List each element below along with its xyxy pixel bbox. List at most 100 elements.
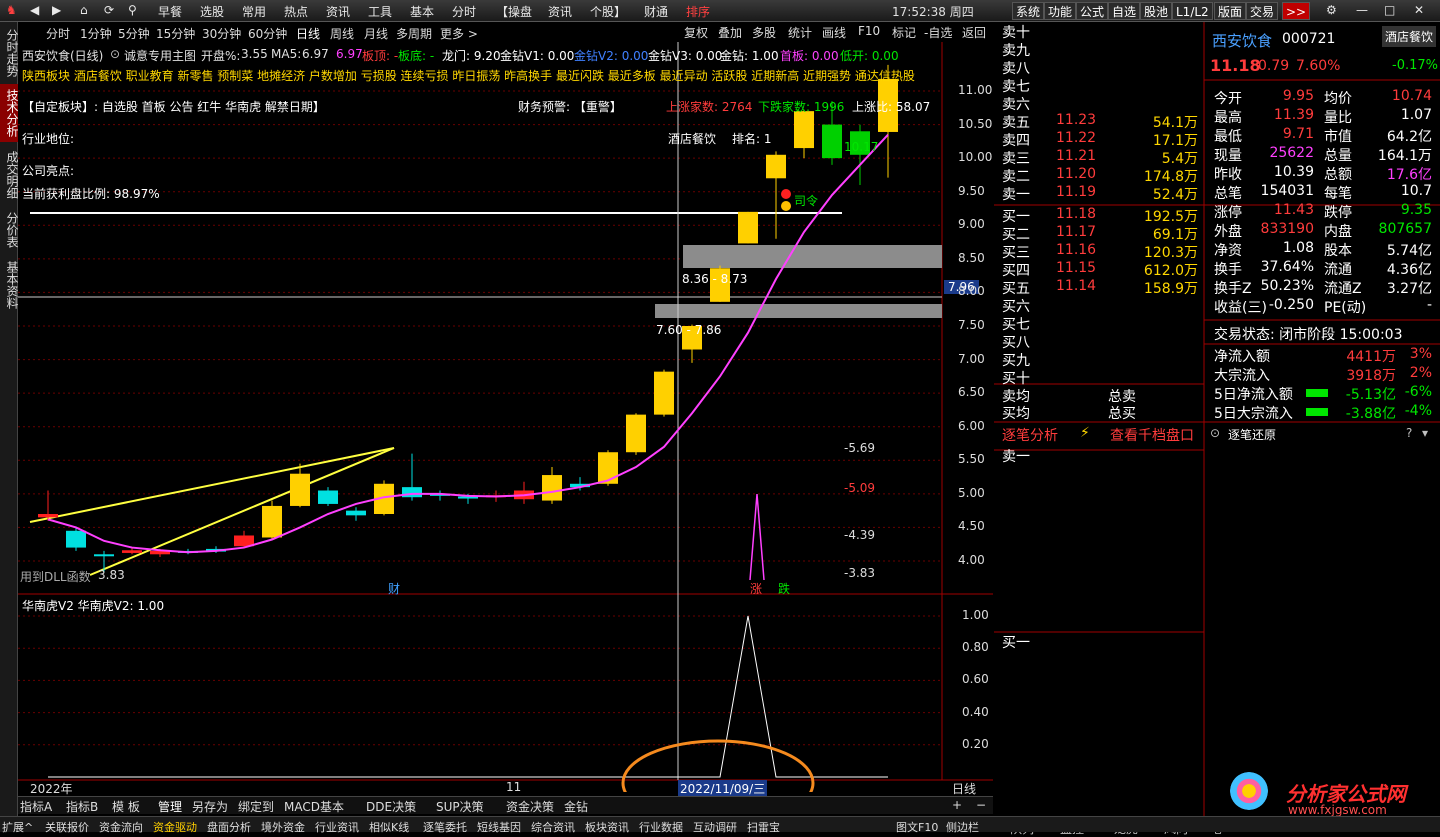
period-weekly[interactable]: 周线 xyxy=(330,25,354,42)
tab-fundamentals[interactable]: 基本资料 xyxy=(0,256,19,314)
indicator-tab[interactable]: 指标B xyxy=(66,798,98,815)
refresh-icon[interactable]: ⟳ xyxy=(104,3,114,17)
indicator-tab[interactable]: MACD基本 xyxy=(284,798,344,815)
multi-stock-button[interactable]: 多股 xyxy=(752,24,776,41)
watchlist-button[interactable]: 自选 xyxy=(1108,2,1141,20)
function-tab[interactable]: 综合资讯 xyxy=(531,819,575,835)
function-button[interactable]: 功能 xyxy=(1044,2,1077,20)
tab-intraday[interactable]: 分时走势 xyxy=(0,24,19,82)
indicator-tab[interactable]: 指标A xyxy=(20,798,52,815)
indicator-settings-icon[interactable]: ⊙ xyxy=(110,47,120,61)
back-button[interactable]: 返回 xyxy=(962,24,986,41)
tab-price-table[interactable]: 分价表 xyxy=(0,208,19,252)
function-tab[interactable]: 图文F10 xyxy=(896,819,938,835)
candle-body[interactable] xyxy=(598,452,618,484)
menu-item[interactable]: 热点 xyxy=(284,3,308,20)
indicator-tab[interactable]: 模 板 xyxy=(112,798,140,815)
candle-body[interactable] xyxy=(290,473,310,506)
mark-button[interactable]: 标记 xyxy=(892,24,916,41)
indicator-tab[interactable]: 资金决策 xyxy=(506,798,554,815)
candle-body[interactable] xyxy=(738,211,758,244)
thousand-book-tab[interactable]: 查看千档盘口 xyxy=(1110,425,1194,445)
candle-body[interactable] xyxy=(122,550,142,553)
menu-item[interactable]: 资讯 xyxy=(548,3,572,20)
period-1m[interactable]: 1分钟 xyxy=(80,25,112,42)
function-tab[interactable]: 行业资讯 xyxy=(315,819,359,835)
formula-button[interactable]: 公式 xyxy=(1076,2,1109,20)
candle-body[interactable] xyxy=(38,514,58,518)
tab-trades[interactable]: 成交明细 xyxy=(0,146,19,204)
f10-button[interactable]: F10 xyxy=(858,24,880,38)
candle-body[interactable] xyxy=(766,154,786,179)
function-tab[interactable]: 盘面分析 xyxy=(207,819,251,835)
indicator-tab[interactable]: 另存为 xyxy=(192,798,228,815)
candle-body[interactable] xyxy=(542,475,562,501)
function-tab[interactable]: 相似K线 xyxy=(369,819,409,835)
chart-area[interactable]: 西安饮食(日线) ⊙ 诚意专用主图 开盘%: 3.55 MA5: 6.97 6.… xyxy=(18,42,993,797)
trade-button[interactable]: 交易 xyxy=(1246,2,1279,20)
tick-restore-title[interactable]: 逐笔还原 xyxy=(1228,426,1276,443)
add-tab-icon[interactable]: + xyxy=(952,798,962,812)
close-icon[interactable]: ✕ xyxy=(1414,3,1424,17)
candle-body[interactable] xyxy=(794,111,814,149)
kline-chart[interactable] xyxy=(18,42,993,792)
period-30m[interactable]: 30分钟 xyxy=(202,25,241,42)
menu-item[interactable]: 早餐 xyxy=(158,3,182,20)
indicator-name[interactable]: 诚意专用主图 xyxy=(124,47,196,64)
indicator-tab[interactable]: DDE决策 xyxy=(366,798,416,815)
search-icon[interactable]: ⚲ xyxy=(128,3,137,17)
candle-body[interactable] xyxy=(262,505,282,538)
home-icon[interactable]: ⌂ xyxy=(80,3,88,17)
nav-back-icon[interactable]: ◀ xyxy=(30,3,39,17)
overlay-button[interactable]: 叠加 xyxy=(718,24,742,41)
remove-tab-icon[interactable]: − xyxy=(976,798,986,812)
stock-pool-button[interactable]: 股池 xyxy=(1140,2,1173,20)
candle-body[interactable] xyxy=(346,510,366,516)
candle-body[interactable] xyxy=(654,371,674,415)
menu-item[interactable]: 常用 xyxy=(242,3,266,20)
function-tab[interactable]: 关联报价 xyxy=(45,819,89,835)
remove-watch-button[interactable]: -自选 xyxy=(924,24,952,41)
nav-forward-icon[interactable]: ▶ xyxy=(52,3,61,17)
candle-body[interactable] xyxy=(318,490,338,504)
help-icon[interactable]: ? xyxy=(1406,426,1412,440)
candle-body[interactable] xyxy=(66,530,86,548)
period-more[interactable]: 更多 > xyxy=(440,25,478,42)
dropdown-icon[interactable]: ▾ xyxy=(1422,426,1428,440)
function-tab[interactable]: 资金流向 xyxy=(99,819,143,835)
more-button[interactable]: >> xyxy=(1282,2,1311,20)
period-60m[interactable]: 60分钟 xyxy=(248,25,287,42)
minimize-icon[interactable]: — xyxy=(1356,3,1368,17)
function-tab[interactable]: 扩展^ xyxy=(2,819,33,835)
period-multi[interactable]: 多周期 xyxy=(396,25,432,42)
menu-item[interactable]: 【操盘 xyxy=(496,3,532,20)
tick-analysis-tab[interactable]: 逐笔分析 xyxy=(1002,425,1058,445)
indicator-tab[interactable]: 管理 xyxy=(158,798,182,815)
function-tab[interactable]: 扫雷宝 xyxy=(747,819,780,835)
indicator-tab[interactable]: SUP决策 xyxy=(436,798,484,815)
function-tab[interactable]: 逐笔委托 xyxy=(423,819,467,835)
menu-item[interactable]: 基本 xyxy=(410,3,434,20)
tab-technical[interactable]: 技术分析 xyxy=(0,84,19,142)
maximize-icon[interactable]: □ xyxy=(1384,3,1395,17)
system-button[interactable]: 系统 xyxy=(1012,2,1045,20)
period-5m[interactable]: 5分钟 xyxy=(118,25,150,42)
candle-body[interactable] xyxy=(94,554,114,557)
menu-item[interactable]: 分时 xyxy=(452,3,476,20)
adjust-button[interactable]: 复权 xyxy=(684,24,708,41)
settings-icon[interactable]: ⚙ xyxy=(1326,3,1337,17)
menu-item-sort[interactable]: 排序 xyxy=(686,3,710,20)
function-tab[interactable]: 行业数据 xyxy=(639,819,683,835)
menu-item[interactable]: 工具 xyxy=(368,3,392,20)
period-daily[interactable]: 日线 xyxy=(296,25,320,42)
indicator-tab[interactable]: 金钻 xyxy=(564,798,588,815)
indicator-tab[interactable]: 绑定到 xyxy=(238,798,274,815)
layout-button[interactable]: 版面 xyxy=(1214,2,1247,20)
period-intraday[interactable]: 分时 xyxy=(46,25,70,42)
function-tab[interactable]: 短线基因 xyxy=(477,819,521,835)
sector-badge[interactable]: 酒店餐饮 xyxy=(1382,26,1437,47)
function-tab[interactable]: 互动调研 xyxy=(693,819,737,835)
candle-body[interactable] xyxy=(822,124,842,159)
candle-body[interactable] xyxy=(626,414,646,453)
menu-item[interactable]: 选股 xyxy=(200,3,224,20)
